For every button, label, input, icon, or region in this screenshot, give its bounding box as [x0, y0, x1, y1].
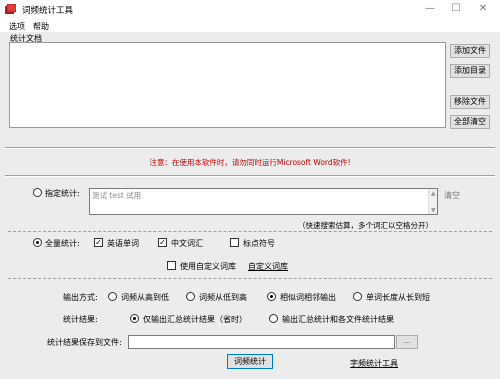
mode-similar-label: 相似词相邻输出 — [280, 293, 336, 302]
close-button[interactable]: ✕ — [470, 1, 496, 17]
english-words-label: 英语单词 — [107, 239, 139, 248]
add-directory-button[interactable]: 添加目录 — [450, 64, 490, 78]
menu-help[interactable]: 帮助 — [33, 21, 49, 32]
maximize-button[interactable]: ☐ — [443, 1, 469, 17]
clear-link[interactable]: 清空 — [444, 190, 460, 201]
app-icon — [5, 4, 16, 14]
mode-high-to-low-label: 词频从高到低 — [121, 293, 169, 302]
scroll-up-icon[interactable]: ▲ — [431, 190, 436, 197]
result-summary-radio[interactable] — [130, 314, 139, 323]
custom-dict-checkbox[interactable] — [167, 261, 176, 270]
result-summary-label: 仅输出汇总统计结果（省时） — [143, 315, 247, 324]
custom-dict-link[interactable]: 自定义词库 — [248, 261, 288, 272]
window-title: 词频统计工具 — [22, 6, 74, 16]
chinese-words-checkbox[interactable]: ✓ — [158, 238, 167, 247]
char-freq-tool-link[interactable]: 字频统计工具 — [350, 358, 398, 369]
english-words-checkbox[interactable]: ✓ — [94, 238, 103, 247]
doc-list[interactable] — [9, 42, 446, 128]
specified-stats-radio[interactable] — [33, 188, 42, 197]
custom-dict-label: 使用自定义词库 — [180, 262, 236, 271]
menu-bar — [0, 19, 500, 32]
divider — [8, 231, 492, 232]
scroll-down-icon[interactable]: ▼ — [431, 207, 436, 214]
mode-similar-radio[interactable] — [267, 292, 276, 301]
result-full-radio[interactable] — [269, 314, 278, 323]
mode-length-label: 单词长度从长到短 — [366, 293, 430, 302]
browse-button[interactable]: ... — [396, 335, 418, 349]
remove-file-button[interactable]: 移除文件 — [450, 95, 490, 109]
divider — [5, 175, 495, 177]
mode-low-to-high-radio[interactable] — [186, 292, 195, 301]
full-stats-label: 全量统计: — [45, 239, 80, 248]
warning-notice: 注意：在使用本软件时，请勿同时运行Microsoft Word软件! — [149, 158, 351, 167]
full-stats-radio[interactable] — [33, 238, 42, 247]
run-stats-button[interactable]: 词频统计 — [227, 354, 273, 369]
divider — [5, 147, 495, 149]
specified-stats-label: 指定统计: — [45, 189, 80, 198]
save-path-label: 统计结果保存到文件: — [47, 338, 122, 347]
clear-all-button[interactable]: 全部清空 — [450, 115, 490, 129]
mode-high-to-low-radio[interactable] — [108, 292, 117, 301]
minimize-button[interactable]: — — [417, 1, 443, 17]
mode-low-to-high-label: 词频从低到高 — [199, 293, 247, 302]
result-full-label: 输出汇总统计和各文件统计结果 — [282, 315, 394, 324]
chinese-words-label: 中文词汇 — [171, 239, 203, 248]
divider — [8, 278, 492, 279]
specified-hint: （快速搜索估算，多个词汇以空格分开） — [298, 221, 433, 230]
punctuation-label: 标点符号 — [243, 239, 275, 248]
output-mode-label: 输出方式: — [63, 293, 98, 302]
mode-length-radio[interactable] — [353, 292, 362, 301]
add-file-button[interactable]: 添加文件 — [450, 44, 490, 58]
specified-terms-input[interactable]: 测试 test 试用 — [89, 188, 438, 215]
result-label: 统计结果: — [63, 315, 98, 324]
punctuation-checkbox[interactable] — [230, 238, 239, 247]
menu-options[interactable]: 选项 — [9, 21, 25, 32]
save-path-input[interactable] — [128, 335, 395, 349]
